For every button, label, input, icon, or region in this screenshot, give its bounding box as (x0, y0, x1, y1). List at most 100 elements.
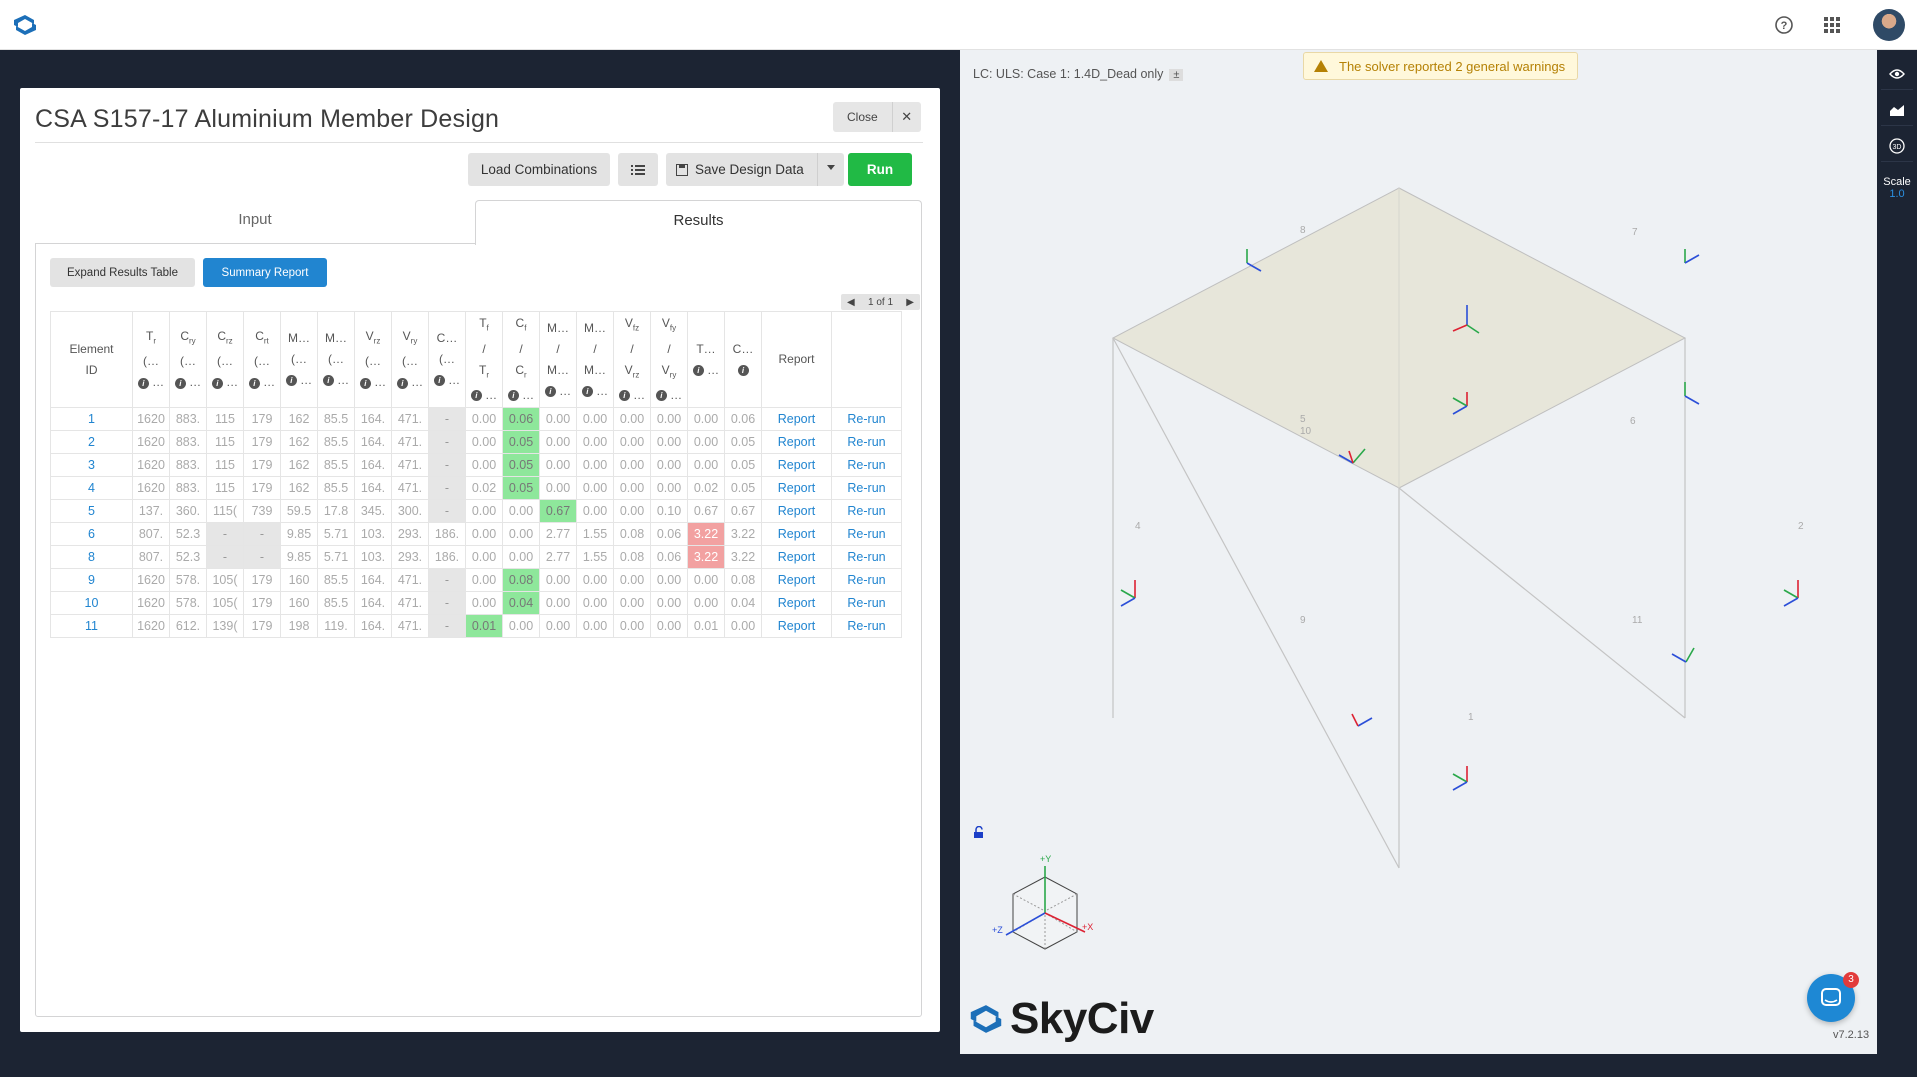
skyciv-logo-icon[interactable] (12, 13, 38, 37)
table-cell: 471. (391, 430, 429, 454)
member-label: 7 (1632, 227, 1638, 238)
grid-apps-icon[interactable] (1819, 12, 1845, 38)
results-table: Element ID Tr (… i … Cry (… i … Crz (… i … Crt(… (50, 311, 902, 638)
save-icon (676, 163, 688, 176)
table-row: 2 1620 883. 115 179 162 85.5 164. 471. -0.00 0.05 0… (50, 430, 902, 454)
table-cell: 5.71 (317, 545, 355, 569)
area-chart-icon[interactable] (1881, 94, 1913, 126)
rerun-link[interactable]: Re-run (831, 499, 902, 523)
scale-control[interactable]: Scale 1.0 (1879, 176, 1915, 200)
model-viewer[interactable]: LC: ULS: Case 1: 1.4D_Dead only ± The sol… (960, 50, 1877, 1054)
table-cell: 0.06 (650, 545, 688, 569)
report-link[interactable]: Report (761, 430, 832, 454)
table-cell: 0.00 (613, 476, 651, 500)
tab-input[interactable]: Input (35, 200, 475, 244)
member-label: 9 (1300, 615, 1306, 626)
report-link[interactable]: Report (761, 591, 832, 615)
rerun-link[interactable]: Re-run (831, 545, 902, 569)
chevron-down-icon[interactable] (827, 165, 835, 170)
member-label: 1 (1468, 712, 1474, 723)
table-cell: 179 (243, 614, 281, 638)
rerun-link[interactable]: Re-run (831, 568, 902, 592)
rerun-link[interactable]: Re-run (831, 522, 902, 546)
table-cell: 0.00 (539, 476, 577, 500)
eye-icon[interactable] (1881, 58, 1913, 90)
view-cube-icon[interactable]: +Y +Z +X (990, 850, 1100, 970)
header-vfy-vry: Vfy / Vry i … (650, 311, 688, 408)
table-cell: 9.85 (280, 545, 318, 569)
info-icon: i (396, 377, 408, 389)
info-icon: i (470, 390, 482, 402)
prev-page-icon[interactable]: ◀ (847, 297, 855, 308)
list-icon[interactable] (618, 153, 658, 186)
report-link[interactable]: Report (761, 499, 832, 523)
table-cell: 883. (169, 407, 207, 431)
expand-results-table-button[interactable]: Expand Results Table (50, 258, 195, 287)
table-cell: 179 (243, 407, 281, 431)
save-design-data-button[interactable]: Save Design Data (666, 153, 844, 186)
help-circle-icon[interactable]: ? (1771, 12, 1797, 38)
report-link[interactable]: Report (761, 568, 832, 592)
3d-view-icon[interactable]: 3D (1881, 130, 1913, 162)
table-cell: 0.00 (539, 453, 577, 477)
element-id-link[interactable]: 3 (50, 453, 133, 477)
avatar[interactable] (1873, 9, 1905, 41)
report-link[interactable]: Report (761, 522, 832, 546)
table-cell: 3.22 (687, 545, 725, 569)
element-id-link[interactable]: 11 (50, 614, 133, 638)
next-page-icon[interactable]: ▶ (906, 297, 914, 308)
rerun-link[interactable]: Re-run (831, 591, 902, 615)
table-cell: 52.3 (169, 522, 207, 546)
table-cell: 1620 (132, 614, 170, 638)
table-cell: 300. (391, 499, 429, 523)
table-cell: 0.00 (687, 591, 725, 615)
table-cell: - (243, 545, 281, 569)
report-link[interactable]: Report (761, 614, 832, 638)
tab-results[interactable]: Results (475, 200, 922, 245)
table-cell: 186. (428, 545, 466, 569)
run-button[interactable]: Run (848, 153, 912, 186)
rerun-link[interactable]: Re-run (831, 476, 902, 500)
rerun-link[interactable]: Re-run (831, 430, 902, 454)
summary-report-button[interactable]: Summary Report (203, 258, 327, 287)
pagination: ◀ 1 of 1 ▶ (841, 294, 920, 310)
element-id-link[interactable]: 9 (50, 568, 133, 592)
table-cell: 0.00 (576, 430, 614, 454)
element-id-link[interactable]: 8 (50, 545, 133, 569)
element-id-link[interactable]: 4 (50, 476, 133, 500)
element-id-link[interactable]: 2 (50, 430, 133, 454)
table-cell: - (428, 499, 466, 523)
element-id-link[interactable]: 10 (50, 591, 133, 615)
report-link[interactable]: Report (761, 476, 832, 500)
info-icon: i (692, 364, 704, 376)
element-id-link[interactable]: 5 (50, 499, 133, 523)
header-mfy-mry: M… / M… i … (576, 311, 614, 408)
element-id-link[interactable]: 6 (50, 522, 133, 546)
report-link[interactable]: Report (761, 407, 832, 431)
info-icon: i (737, 364, 749, 376)
rerun-link[interactable]: Re-run (831, 407, 902, 431)
element-id-link[interactable]: 1 (50, 407, 133, 431)
report-link[interactable]: Report (761, 453, 832, 477)
table-cell: 471. (391, 453, 429, 477)
close-button[interactable]: Close ✕ (833, 102, 921, 132)
table-cell: 1620 (132, 430, 170, 454)
info-icon: i (544, 385, 556, 397)
rerun-link[interactable]: Re-run (831, 453, 902, 477)
close-icon[interactable]: ✕ (893, 102, 921, 132)
table-cell: 1620 (132, 407, 170, 431)
table-cell: 59.5 (280, 499, 318, 523)
table-cell: 0.00 (650, 430, 688, 454)
table-cell: 0.67 (724, 499, 762, 523)
info-icon: i (322, 375, 334, 387)
load-combinations-button[interactable]: Load Combinations (468, 153, 610, 186)
member-label: 5 (1300, 414, 1306, 425)
rerun-link[interactable]: Re-run (831, 614, 902, 638)
table-cell: 0.05 (502, 430, 540, 454)
top-bar: ? (0, 0, 1917, 50)
lock-icon[interactable] (973, 826, 985, 838)
report-link[interactable]: Report (761, 545, 832, 569)
table-cell: 0.67 (687, 499, 725, 523)
table-cell: 0.00 (687, 568, 725, 592)
brand-name: SkyCiv (1010, 994, 1154, 1043)
